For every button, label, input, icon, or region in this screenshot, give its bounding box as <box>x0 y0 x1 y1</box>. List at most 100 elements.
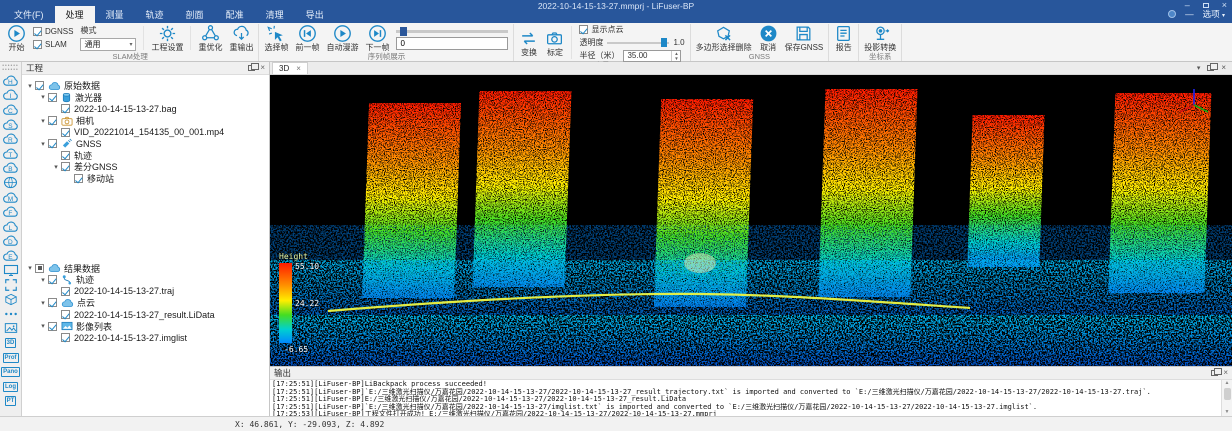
tree-item[interactable]: ▾轨迹 <box>22 274 269 286</box>
expander-icon[interactable]: ▾ <box>38 276 48 284</box>
show-pointcloud-checkbox[interactable]: 显示点云 <box>579 24 623 35</box>
tool-more[interactable] <box>0 307 22 322</box>
report-button[interactable]: 报告 <box>834 24 853 52</box>
tab-list-dropdown-icon[interactable]: ▾ <box>1197 64 1201 72</box>
tree-item[interactable]: ▾原始数据 <box>22 80 269 92</box>
radius-spinner[interactable]: 35.00 ▲▼ <box>623 50 681 62</box>
close-panel-icon[interactable]: × <box>260 64 265 72</box>
tool-cloud-l[interactable]: L <box>0 219 22 234</box>
tree-item[interactable]: ▾差分GNSS <box>22 161 269 173</box>
tool-pt-window[interactable]: PT <box>0 394 22 409</box>
expander-icon[interactable]: ▾ <box>38 93 48 101</box>
tree-item[interactable]: ▾轨迹 <box>22 150 269 162</box>
tool-cloud-r[interactable]: R <box>0 131 22 146</box>
menu-tab-8[interactable]: 导出 <box>295 6 335 23</box>
tool-profile-window[interactable]: Prof <box>0 350 22 365</box>
menu-tab-1[interactable]: 文件(F) <box>3 6 55 23</box>
spinner-arrows-icon[interactable]: ▲▼ <box>671 51 680 61</box>
tree-item[interactable]: ▾GNSS <box>22 138 269 150</box>
tree-item[interactable]: ▾2022-10-14-15-13-27.bag <box>22 103 269 115</box>
expander-icon[interactable]: ▾ <box>51 163 61 171</box>
tree-checkbox[interactable] <box>61 104 70 113</box>
expander-icon[interactable]: ▾ <box>38 140 48 148</box>
scroll-down-icon[interactable]: ▼ <box>1225 409 1230 416</box>
start-button[interactable]: 开始 <box>7 24 26 52</box>
tool-3d-window[interactable]: 3D <box>0 336 22 351</box>
tree-item[interactable]: ▾结果数据 <box>22 262 269 274</box>
project-settings-button[interactable]: 工程设置 <box>151 24 183 52</box>
tool-cloud-b[interactable]: B <box>0 161 22 176</box>
save-gnss-button[interactable]: 保存GNSS <box>785 24 824 52</box>
frame-slider[interactable] <box>396 30 508 33</box>
cancel-button[interactable]: 取消 <box>759 24 778 52</box>
float-panel-icon[interactable] <box>1211 370 1218 376</box>
polygon-delete-button[interactable]: 多边形选择删除 <box>696 24 752 52</box>
tree-checkbox[interactable] <box>61 287 70 296</box>
expander-icon[interactable]: ▾ <box>38 299 48 307</box>
reexport-button[interactable]: 重输出 <box>229 24 253 52</box>
float-view-icon[interactable] <box>1207 65 1214 71</box>
menu-tab-5[interactable]: 剖面 <box>175 6 215 23</box>
tool-cloud-m[interactable]: M <box>0 190 22 205</box>
reoptimize-button[interactable]: 重优化 <box>198 24 222 52</box>
tool-cloud-e[interactable]: E <box>0 248 22 263</box>
tree-checkbox[interactable] <box>61 128 70 137</box>
tool-cloud-d[interactable]: D <box>0 234 22 249</box>
menu-tab-7[interactable]: 清理 <box>255 6 295 23</box>
prev-frame-button[interactable]: 前一帧 <box>295 24 319 52</box>
tool-log-window[interactable]: Log <box>0 379 22 394</box>
menu-tab-3[interactable]: 测量 <box>95 6 135 23</box>
auto-roam-button[interactable]: 自动漫游 <box>326 24 358 52</box>
tree-checkbox[interactable] <box>61 310 70 319</box>
next-frame-button[interactable]: 下一帧 <box>365 24 389 52</box>
tree-item[interactable]: ▾2022-10-14-15-13-27.traj <box>22 286 269 298</box>
toolbar-drag-handle[interactable]: •••••••••••• <box>2 62 19 73</box>
calibrate-button[interactable]: 标定 <box>545 29 564 57</box>
expander-icon[interactable]: ▾ <box>38 322 48 330</box>
output-scrollbar[interactable]: ▲ ▼ <box>1221 380 1232 416</box>
slider-handle[interactable] <box>400 27 407 36</box>
tool-cloud-h[interactable]: H <box>0 73 22 88</box>
slam-checkbox[interactable]: SLAM <box>33 40 73 49</box>
tree-checkbox[interactable] <box>35 264 44 273</box>
tool-3d-view[interactable] <box>0 263 22 278</box>
expander-icon[interactable]: ▾ <box>25 264 35 272</box>
tree-checkbox[interactable] <box>74 174 83 183</box>
frame-input[interactable] <box>396 37 508 50</box>
close-view-icon[interactable]: × <box>1221 63 1226 72</box>
projection-convert-button[interactable]: 投影转换 <box>864 24 896 52</box>
tool-cloud-t[interactable]: T <box>0 146 22 161</box>
tree-checkbox[interactable] <box>61 162 70 171</box>
expander-icon[interactable]: ▾ <box>38 117 48 125</box>
tree-item[interactable]: ▾移动站 <box>22 173 269 185</box>
expander-icon[interactable]: ▾ <box>25 82 35 90</box>
tree-checkbox[interactable] <box>48 93 57 102</box>
tool-cloud-s[interactable]: S <box>0 117 22 132</box>
tab-3d[interactable]: 3D × <box>272 62 308 74</box>
tool-pano-window[interactable]: Pano <box>0 365 22 380</box>
options-button[interactable]: 选项 ▾ <box>1203 8 1225 20</box>
tool-image[interactable] <box>0 321 22 336</box>
tree-checkbox[interactable] <box>48 322 57 331</box>
tree-checkbox[interactable] <box>48 139 57 148</box>
mode-dropdown[interactable]: 通用▾ <box>80 38 136 51</box>
menu-tab-2[interactable]: 处理 <box>55 6 95 23</box>
ribbon-collapse-icon[interactable]: — <box>1185 9 1194 19</box>
tree-item[interactable]: ▾影像列表 <box>22 320 269 332</box>
tree-item[interactable]: ▾相机 <box>22 115 269 127</box>
tree-item[interactable]: ▾点云 <box>22 297 269 309</box>
scroll-up-icon[interactable]: ▲ <box>1225 380 1230 387</box>
slider-handle[interactable] <box>661 38 667 47</box>
tree-item[interactable]: ▾激光器 <box>22 92 269 104</box>
opacity-slider[interactable] <box>607 42 669 44</box>
menu-tab-4[interactable]: 轨迹 <box>135 6 175 23</box>
tree-checkbox[interactable] <box>48 116 57 125</box>
log-output[interactable]: [17:25:51][LiFuser-BP]LiBackpack process… <box>270 380 1221 416</box>
tool-globe[interactable] <box>0 175 22 190</box>
tree-checkbox[interactable] <box>48 275 57 284</box>
close-panel-icon[interactable]: × <box>1223 369 1228 377</box>
tree-item[interactable]: ▾VID_20221014_154135_00_001.mp4 <box>22 126 269 138</box>
tool-clip[interactable] <box>0 292 22 307</box>
tool-cloud-f[interactable]: F <box>0 204 22 219</box>
tool-full-extent[interactable] <box>0 277 22 292</box>
